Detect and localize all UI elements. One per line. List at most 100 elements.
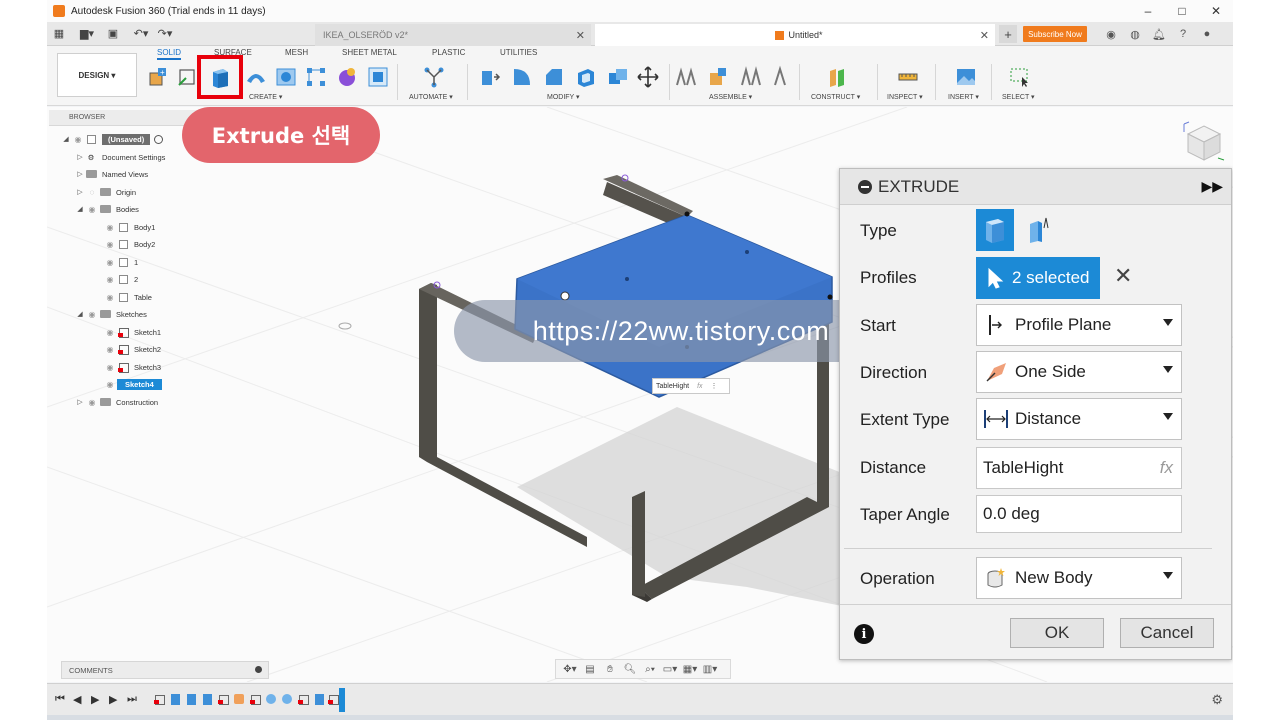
help-icon[interactable]: ? [1171, 25, 1195, 43]
inspect-group-label[interactable]: INSPECT ▾ [887, 93, 923, 101]
automate-icon[interactable] [421, 64, 447, 90]
add-comment-icon[interactable] [255, 666, 262, 673]
collapse-dialog-icon[interactable] [858, 179, 872, 194]
tab-ikea-olserod[interactable]: IKEA_OLSERÖD v2* ✕ [315, 24, 591, 46]
collapse-arrow-icon[interactable]: ◢ [75, 205, 85, 213]
save-icon[interactable]: ▣ [103, 24, 123, 44]
tab-sheet-metal[interactable]: SHEET METAL [342, 48, 397, 57]
timeline-settings-gear-icon[interactable]: ⚙ [1211, 692, 1223, 708]
move-copy-icon[interactable] [635, 64, 661, 90]
insert-group-label[interactable]: INSERT ▾ [948, 93, 979, 101]
start-dropdown[interactable]: Profile Plane [976, 304, 1182, 346]
step-back-icon[interactable]: ◀ [73, 693, 81, 706]
tree-node-construction[interactable]: ▷ ◉ Construction [75, 395, 158, 409]
direction-dropdown[interactable]: One Side [976, 351, 1182, 393]
timeline-extrude-icon[interactable] [201, 692, 213, 706]
visibility-eye-icon[interactable]: ◉ [85, 398, 99, 407]
expand-arrow-icon[interactable]: ▷ [75, 170, 85, 178]
rectangular-pattern-icon[interactable] [303, 64, 329, 90]
visibility-eye-icon[interactable]: ◉ [103, 345, 117, 354]
visibility-eye-icon[interactable]: ◉ [103, 258, 117, 267]
profiles-select-button[interactable]: 2 selected [976, 257, 1100, 299]
step-forward-icon[interactable]: ▶ [109, 693, 117, 706]
job-status-icon[interactable]: ◍ [1123, 25, 1147, 43]
distance-input[interactable]: TableHight fx [976, 447, 1182, 489]
play-icon[interactable]: ▶ [91, 693, 99, 706]
visibility-eye-icon[interactable]: ◉ [103, 380, 117, 389]
minimize-button[interactable]: – [1131, 0, 1165, 22]
grid-menu-icon[interactable]: ▦ [49, 24, 69, 44]
distance-manipulator-field[interactable]: TableHight fx ⋮ [652, 378, 730, 394]
modify-group-label[interactable]: MODIFY ▾ [547, 93, 580, 101]
pan-icon[interactable]: ✋︎ [600, 661, 620, 677]
orbit-icon[interactable]: ✥▾ [560, 661, 580, 677]
tree-node-sketch4[interactable]: ◉ Sketch4 [103, 377, 162, 391]
timeline-sketch-icon[interactable] [297, 692, 309, 706]
visibility-eye-icon[interactable]: ◉ [103, 223, 117, 232]
tree-node-body1[interactable]: ◉ Body1 [103, 220, 155, 234]
tab-plastic[interactable]: PLASTIC [432, 48, 465, 57]
extrude-dialog-header[interactable]: EXTRUDE ▶▶ [840, 169, 1231, 205]
expand-arrow-icon[interactable]: ▷ [75, 188, 85, 196]
tree-node-sketches[interactable]: ◢ ◉ Sketches [75, 307, 147, 321]
tab-solid[interactable]: SOLID [157, 48, 182, 60]
visibility-eye-icon[interactable]: ◉ [103, 293, 117, 302]
file-menu-icon[interactable]: ▆▾ [77, 24, 97, 44]
chamfer-icon[interactable] [541, 64, 567, 90]
visibility-eye-icon[interactable]: ◉ [85, 205, 99, 214]
tree-node-table[interactable]: ◉ Table [103, 290, 152, 304]
tree-node-origin[interactable]: ▷ ◌ Origin [75, 185, 136, 199]
measure-icon[interactable] [895, 64, 921, 90]
comments-panel[interactable]: COMMENTS [61, 661, 269, 679]
timeline-extrude-icon[interactable] [169, 692, 181, 706]
tab-mesh[interactable]: MESH [285, 48, 308, 57]
timeline-fillet-icon[interactable] [265, 692, 277, 706]
tab-utilities[interactable]: UTILITIES [500, 48, 537, 57]
timeline-sweep-icon[interactable] [233, 692, 245, 706]
new-component-assemble-icon[interactable] [705, 64, 731, 90]
tree-node-body-1[interactable]: ◉ 1 [103, 255, 138, 269]
fillet-icon[interactable] [509, 64, 535, 90]
look-at-icon[interactable]: ▤ [580, 661, 600, 677]
zoom-window-icon[interactable]: ⌕▾ [640, 661, 660, 677]
close-window-button[interactable]: ✕ [1199, 0, 1233, 22]
fx-icon[interactable]: fx [697, 383, 702, 390]
tree-node-root[interactable]: ◢ ◉ (Unsaved) [61, 132, 164, 146]
extent-type-dropdown[interactable]: Distance [976, 398, 1182, 440]
new-tab-button[interactable]: + [999, 25, 1017, 43]
cancel-button[interactable]: Cancel [1120, 618, 1214, 648]
extensions-icon[interactable]: ◉ [1099, 25, 1123, 43]
tab-untitled[interactable]: Untitled* ✕ [595, 24, 995, 46]
more-icon[interactable]: ⋮ [711, 382, 718, 390]
as-built-joint-icon[interactable] [737, 64, 763, 90]
ok-button[interactable]: OK [1010, 618, 1104, 648]
close-tab-icon[interactable]: ✕ [576, 29, 585, 42]
go-to-end-icon[interactable]: ⏭ [127, 693, 137, 706]
subscribe-button[interactable]: Subscribe Now [1023, 26, 1087, 42]
construct-group-label[interactable]: CONSTRUCT ▾ [811, 93, 860, 101]
press-pull-icon[interactable] [477, 64, 503, 90]
assemble-group-label[interactable]: ASSEMBLE ▾ [709, 93, 752, 101]
create-group-label[interactable]: CREATE ▾ [249, 93, 282, 101]
select-group-label[interactable]: SELECT ▾ [1002, 93, 1035, 101]
timeline-sketch-icon[interactable] [249, 692, 261, 706]
combine-icon[interactable] [605, 64, 631, 90]
tree-node-sketch3[interactable]: ◉ Sketch3 [103, 360, 161, 374]
select-icon[interactable] [1007, 64, 1033, 90]
maximize-button[interactable]: □ [1165, 0, 1199, 22]
expand-arrow-icon[interactable]: ▷ [75, 398, 85, 406]
extrude-type-solid-button[interactable] [976, 209, 1014, 251]
new-joint-icon[interactable] [673, 64, 699, 90]
timeline-extrude-icon[interactable] [313, 692, 325, 706]
display-settings-icon[interactable]: ▭▾ [660, 661, 680, 677]
expand-arrow-icon[interactable]: ◢ [61, 135, 71, 143]
grid-settings-icon[interactable]: ▦▾ [680, 661, 700, 677]
tree-node-sketch1[interactable]: ◉ Sketch1 [103, 325, 161, 339]
timeline-sketch-icon[interactable] [217, 692, 229, 706]
joint-origin-icon[interactable] [767, 64, 793, 90]
visibility-eye-icon[interactable]: ◉ [71, 135, 85, 144]
zoom-icon[interactable]: 🔍︎ [620, 661, 640, 677]
notifications-icon[interactable]: 🔔︎ [1147, 25, 1171, 43]
visibility-eye-icon[interactable]: ◉ [103, 240, 117, 249]
viewports-icon[interactable]: ▥▾ [700, 661, 720, 677]
